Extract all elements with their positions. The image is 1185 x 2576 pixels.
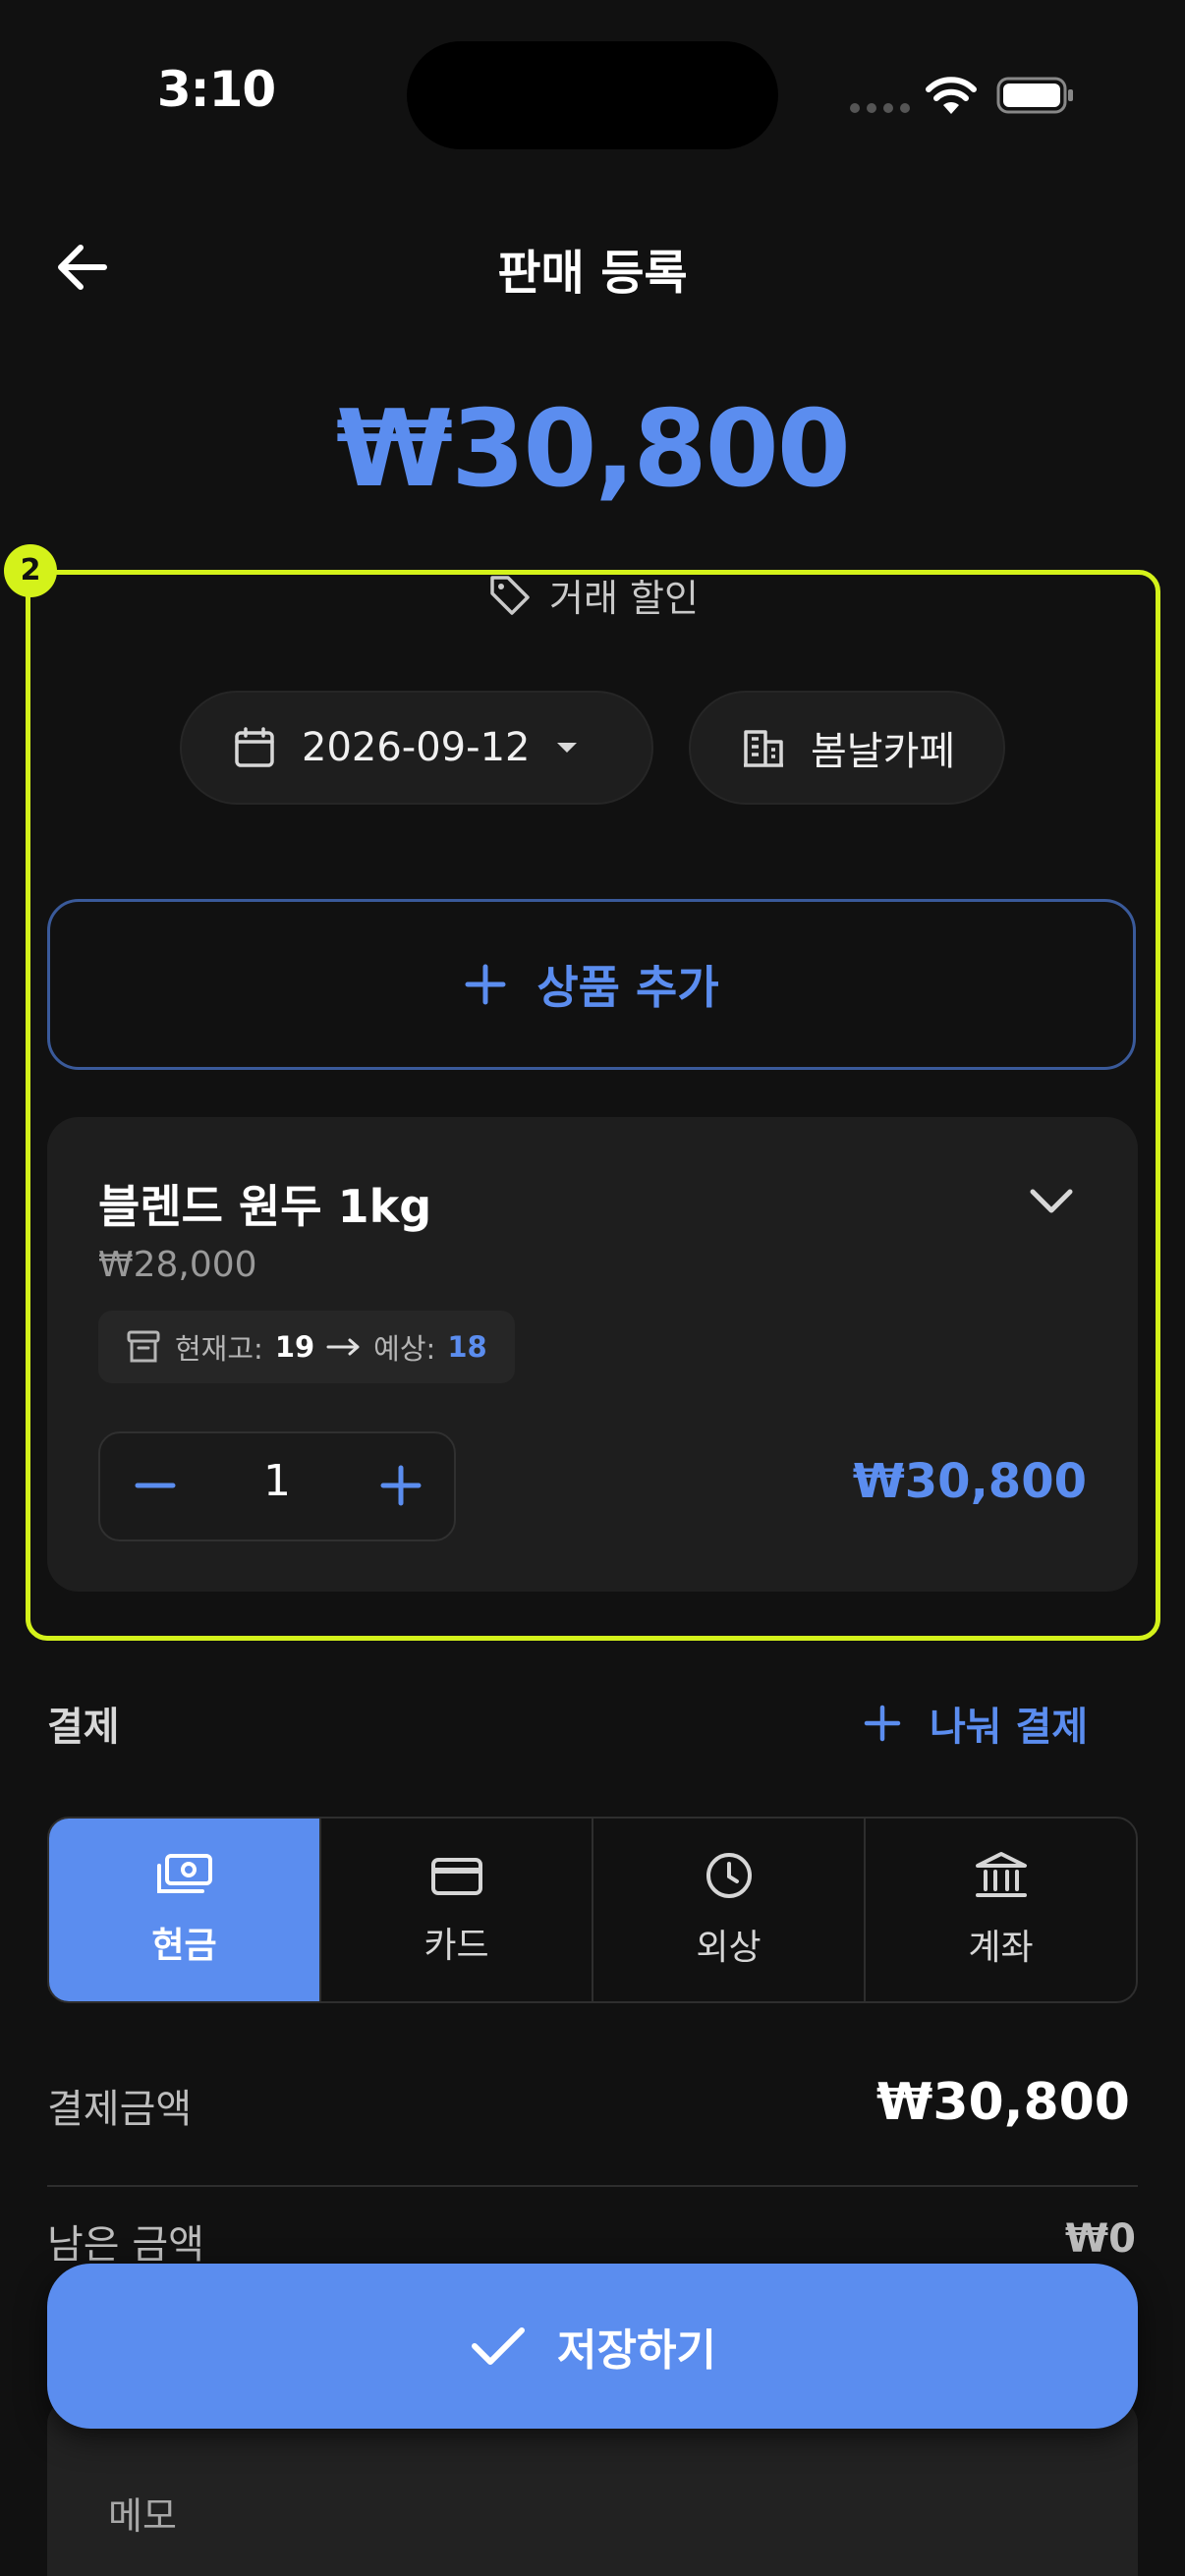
payment-method-label: 현금 [151,1926,217,1966]
save-button[interactable]: 저장하기 [47,2264,1138,2429]
check-icon [472,2327,526,2365]
clock-icon [705,1853,752,1898]
battery-icon [996,75,1075,116]
split-payment-label: 나눠 결제 [930,1705,1089,1750]
payment-method-credit[interactable]: 외상 [593,1819,866,2001]
wifi-icon [924,75,979,116]
payment-method-label: 계좌 [968,1928,1034,1968]
remaining-amount-label: 남은 금액 [47,2222,204,2268]
highlight-frame [26,570,1160,1641]
plus-icon [864,1705,901,1742]
page-title: 판매 등록 [497,246,688,301]
payment-section-title: 결제 [47,1705,120,1750]
remaining-amount-value: ₩0 [1065,2216,1136,2262]
payment-amount-value: ₩30,800 [875,2073,1130,2132]
payment-method-label: 카드 [423,1926,489,1966]
total-amount: ₩30,800 [336,388,851,511]
payment-method-account[interactable]: 계좌 [866,1819,1136,2001]
card-icon [430,1858,482,1895]
payment-method-cash[interactable]: 현금 [49,1819,321,2001]
payment-method-card[interactable]: 카드 [321,1819,593,2001]
memo-label: 메모 [108,2494,177,2538]
signal-icon [849,102,912,114]
divider [47,2185,1138,2187]
payment-amount-label: 결제금액 [47,2087,193,2132]
bank-icon [975,1852,1027,1897]
payment-method-selector: 현금 카드 외상 계좌 [47,1817,1138,2003]
save-label: 저장하기 [557,2325,716,2376]
split-payment-button[interactable]: 나눠 결제 [863,1695,1088,1752]
dynamic-island [407,41,778,149]
status-time: 3:10 [156,61,276,118]
payment-method-label: 외상 [696,1928,762,1968]
cash-icon [156,1854,212,1893]
highlight-badge: 2 [4,544,57,597]
